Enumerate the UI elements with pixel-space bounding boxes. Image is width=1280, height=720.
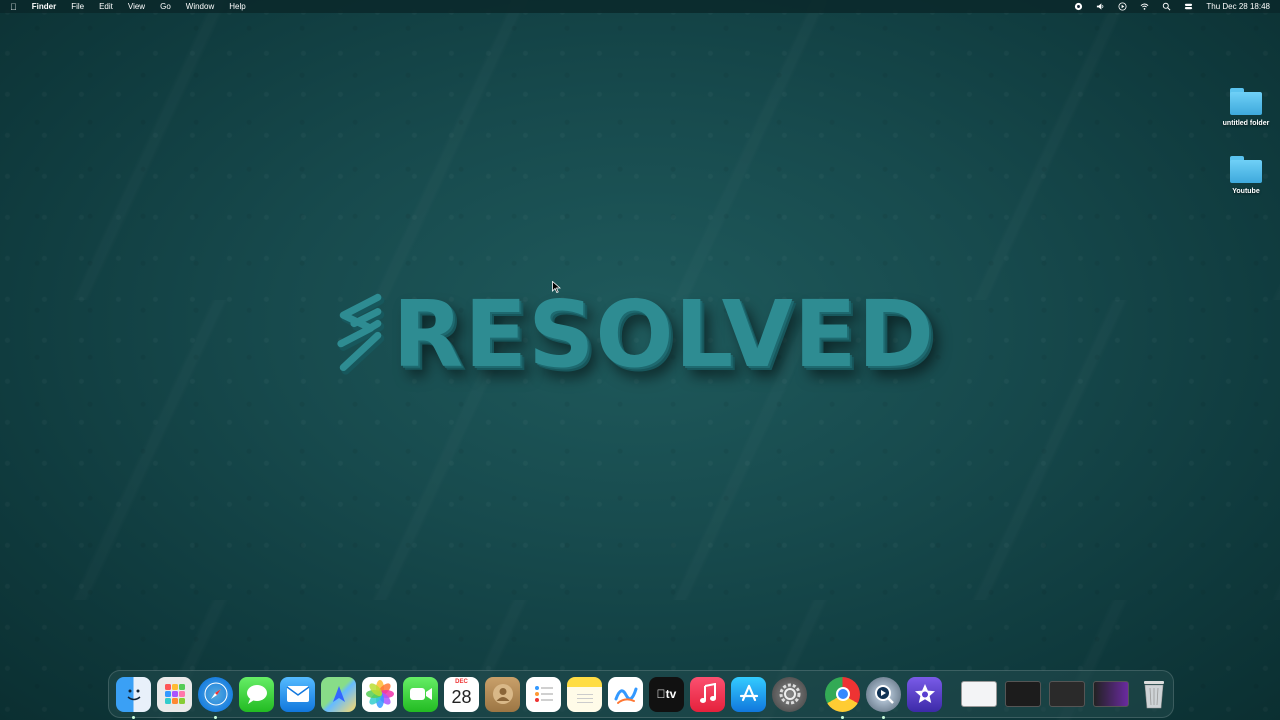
dock-contacts[interactable] [482, 676, 523, 712]
trash-icon [1136, 677, 1171, 712]
menu-go[interactable]: Go [160, 2, 171, 11]
dock-mail[interactable] [277, 676, 318, 712]
freeform-icon [608, 676, 643, 712]
menu-bar-left:  Finder File Edit View Go Window Help [10, 2, 261, 12]
music-icon [690, 676, 725, 712]
launchpad-icon [157, 676, 192, 712]
dock-launchpad[interactable] [154, 676, 195, 712]
dock-messages[interactable] [236, 676, 277, 712]
imovie-star-icon [907, 676, 942, 712]
desktop-icon-label: untitled folder [1222, 120, 1270, 127]
finder-icon [116, 676, 151, 712]
dock-freeform[interactable] [605, 676, 646, 712]
window-thumbnail-icon [960, 677, 998, 712]
dock-notes[interactable] [564, 676, 605, 712]
dock-app-store[interactable] [728, 676, 769, 712]
dock-apple-tv[interactable]: tv [646, 676, 687, 712]
control-center-icon[interactable] [1184, 2, 1193, 11]
wifi-icon[interactable] [1140, 2, 1149, 11]
maps-icon [321, 676, 356, 712]
folder-icon [1228, 154, 1264, 184]
dock-minimized-window-4[interactable] [1089, 677, 1133, 712]
dock-facetime[interactable] [400, 676, 441, 712]
logo-wordmark: RESOLVED [392, 280, 935, 388]
dock: DEC 28 tv [108, 670, 1174, 719]
messages-icon [239, 676, 274, 712]
calendar-icon: DEC 28 [444, 676, 479, 712]
quicktime-icon [866, 676, 901, 712]
mouse-cursor-icon [552, 281, 561, 293]
menu-file[interactable]: File [71, 2, 84, 11]
apple-tv-icon: tv [649, 676, 684, 712]
apple-logo-icon:  [657, 687, 666, 701]
facetime-icon [403, 676, 438, 712]
dock-quicktime[interactable] [863, 676, 904, 719]
running-indicator [214, 715, 217, 719]
contacts-icon [485, 676, 520, 712]
reminders-icon [526, 676, 561, 712]
dock-chrome[interactable] [822, 676, 863, 719]
dock-system-settings[interactable] [769, 676, 810, 712]
dock-reminders[interactable] [523, 676, 564, 712]
mail-icon [280, 676, 315, 712]
wallpaper-logo: RESOLVED [335, 262, 935, 407]
volume-icon[interactable] [1096, 2, 1105, 11]
dock-finder[interactable] [113, 676, 154, 719]
dock-music[interactable] [687, 676, 728, 712]
menu-view[interactable]: View [128, 2, 145, 11]
menu-help[interactable]: Help [229, 2, 245, 11]
dock-minimized-window-1[interactable] [957, 677, 1001, 712]
app-store-icon [731, 676, 766, 712]
notes-icon [567, 676, 602, 712]
play-status-icon[interactable] [1118, 2, 1127, 11]
calendar-month: DEC [455, 678, 468, 685]
folder-icon [1228, 86, 1264, 116]
dock-imovie[interactable] [904, 676, 945, 712]
safari-icon [198, 676, 233, 712]
app-menu-finder[interactable]: Finder [32, 2, 56, 11]
logo-mark-icon [337, 293, 385, 375]
running-indicator [132, 715, 135, 719]
spotlight-search-icon[interactable] [1162, 2, 1171, 11]
menu-bar-right: Thu Dec 28 18:48 [1061, 2, 1270, 11]
window-thumbnail-icon [1004, 677, 1042, 712]
running-indicator [841, 715, 844, 719]
dock-safari[interactable] [195, 676, 236, 719]
dock-calendar[interactable]: DEC 28 [441, 676, 482, 712]
menu-edit[interactable]: Edit [99, 2, 113, 11]
calendar-day: 28 [451, 686, 472, 707]
photos-icon [362, 676, 397, 712]
chrome-icon [825, 676, 860, 712]
dock-minimized-window-3[interactable] [1045, 677, 1089, 712]
dock-trash[interactable] [1133, 677, 1174, 712]
menu-clock[interactable]: Thu Dec 28 18:48 [1206, 2, 1270, 11]
menu-bar:  Finder File Edit View Go Window Help T… [0, 0, 1280, 13]
apple-menu-icon[interactable]:  [10, 2, 17, 12]
dock-maps[interactable] [318, 676, 359, 712]
dock-minimized-window-2[interactable] [1001, 677, 1045, 712]
dock-photos[interactable] [359, 676, 400, 712]
window-thumbnail-icon [1048, 677, 1086, 712]
desktop-folder-untitled[interactable]: untitled folder [1216, 86, 1276, 127]
running-indicator [882, 715, 885, 719]
desktop-folder-youtube[interactable]: Youtube [1216, 154, 1276, 195]
gear-icon [772, 676, 807, 712]
menu-window[interactable]: Window [186, 2, 214, 11]
screen-record-icon[interactable] [1074, 2, 1083, 11]
window-thumbnail-icon [1092, 677, 1130, 712]
desktop-icon-label: Youtube [1232, 188, 1260, 195]
tv-label: tv [661, 687, 677, 701]
